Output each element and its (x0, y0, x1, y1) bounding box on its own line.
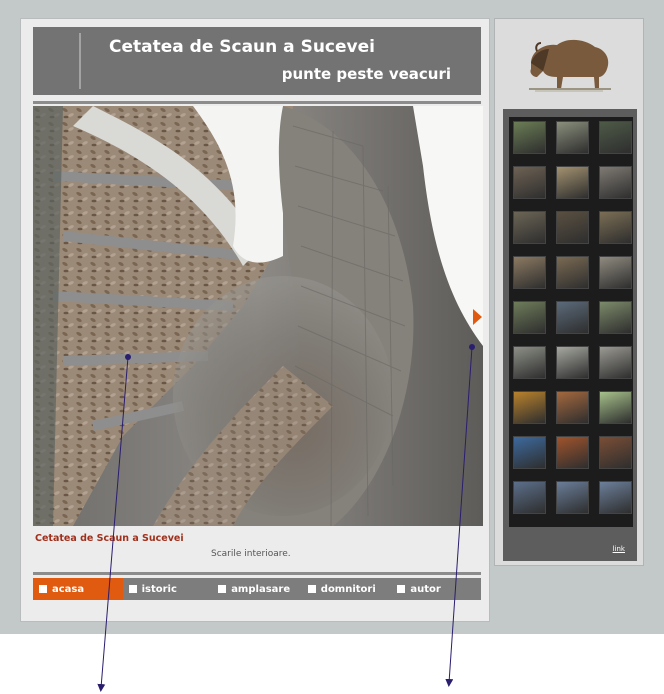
site-subtitle: punte peste veacuri (281, 65, 451, 83)
thumbnail-4[interactable] (513, 166, 546, 199)
header-rule (33, 101, 481, 104)
caption-title: Cetatea de Scaun a Sucevei (35, 533, 184, 544)
thumbnail-15[interactable] (599, 301, 632, 334)
main-nav: acasa istoric amplasare domnitori autor (33, 578, 481, 600)
thumbnail-panel: link (503, 109, 637, 561)
thumbnail-21[interactable] (599, 391, 632, 424)
thumbnail-7[interactable] (513, 211, 546, 244)
nav-item-label: amplasare (231, 583, 291, 595)
thumbnail-19[interactable] (513, 391, 546, 424)
nav-bullet-icon (128, 585, 137, 593)
nav-item-acasa[interactable]: acasa (33, 578, 123, 600)
thumbnail-14[interactable] (556, 301, 589, 334)
site-title: Cetatea de Scaun a Sucevei (109, 37, 375, 57)
thumbnail-12[interactable] (599, 256, 632, 289)
nav-item-istoric[interactable]: istoric (123, 578, 213, 600)
thumbnail-26[interactable] (556, 481, 589, 514)
nav-rule (33, 572, 481, 575)
nav-item-label: acasa (52, 583, 85, 595)
thumbnail-1[interactable] (513, 121, 546, 154)
nav-item-amplasare[interactable]: amplasare (212, 578, 302, 600)
nav-bullet-icon (39, 585, 47, 593)
thumbnail-5[interactable] (556, 166, 589, 199)
thumbnail-grid (509, 117, 633, 527)
main-photo[interactable] (33, 106, 483, 526)
thumbnail-8[interactable] (556, 211, 589, 244)
thumbnail-2[interactable] (556, 121, 589, 154)
nav-item-domnitori[interactable]: domnitori (302, 578, 392, 600)
thumbnail-16[interactable] (513, 346, 546, 379)
thumbnail-23[interactable] (556, 436, 589, 469)
thumbnail-24[interactable] (599, 436, 632, 469)
site-header: Cetatea de Scaun a Sucevei punte peste v… (33, 27, 481, 95)
thumbnail-3[interactable] (599, 121, 632, 154)
sidebar: link (494, 18, 644, 566)
sidebar-link[interactable]: link (613, 545, 625, 553)
header-divider (79, 33, 81, 89)
thumbnail-18[interactable] (599, 346, 632, 379)
nav-bullet-icon (307, 585, 316, 593)
spiral-staircase-photo (33, 106, 483, 526)
next-photo-arrow[interactable] (473, 309, 482, 325)
thumbnail-20[interactable] (556, 391, 589, 424)
thumbnail-27[interactable] (599, 481, 632, 514)
bison-logo-icon (529, 39, 611, 92)
thumbnail-6[interactable] (599, 166, 632, 199)
page: Cetatea de Scaun a Sucevei punte peste v… (0, 0, 664, 694)
thumbnail-17[interactable] (556, 346, 589, 379)
thumbnail-11[interactable] (556, 256, 589, 289)
content-panel: Cetatea de Scaun a Sucevei punte peste v… (20, 18, 490, 622)
thumbnail-25[interactable] (513, 481, 546, 514)
nav-item-label: autor (410, 583, 441, 595)
nav-bullet-icon (397, 585, 406, 593)
caption-text: Scarile interioare. (211, 549, 291, 559)
nav-item-label: istoric (141, 583, 177, 595)
thumbnail-9[interactable] (599, 211, 632, 244)
thumbnail-13[interactable] (513, 301, 546, 334)
nav-bullet-icon (218, 585, 227, 593)
nav-item-autor[interactable]: autor (391, 578, 481, 600)
thumbnail-22[interactable] (513, 436, 546, 469)
nav-item-label: domnitori (320, 583, 376, 595)
thumbnail-10[interactable] (513, 256, 546, 289)
